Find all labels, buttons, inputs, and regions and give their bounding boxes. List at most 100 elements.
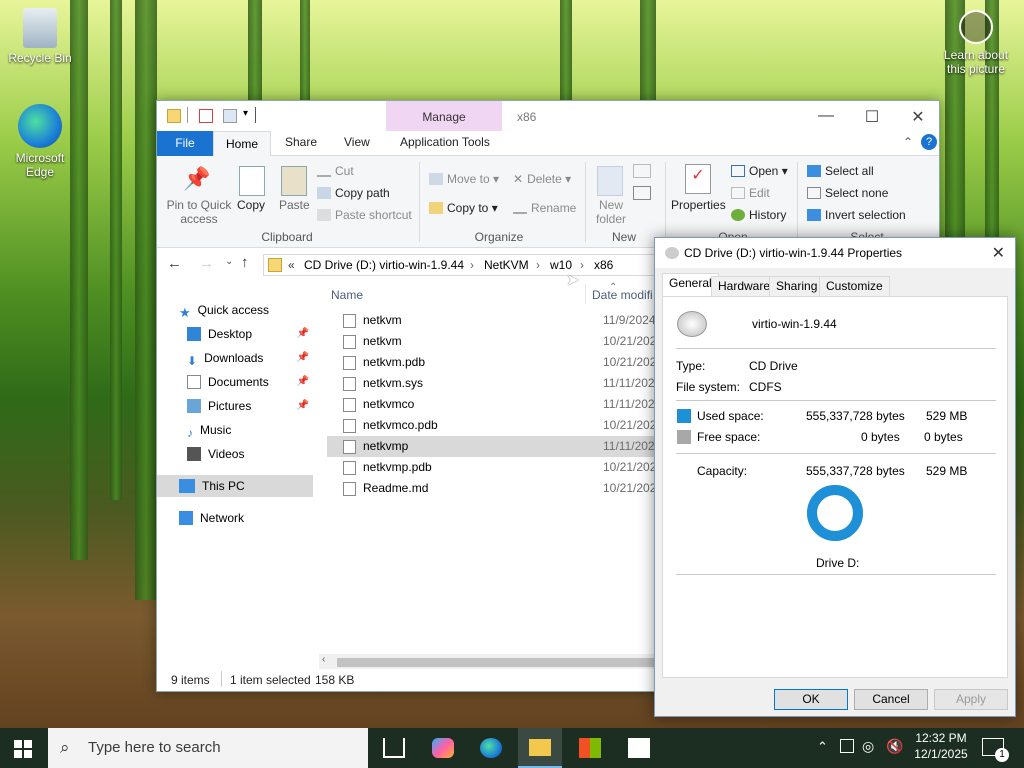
edge-icon[interactable] (480, 738, 502, 758)
mail-icon[interactable] (628, 738, 650, 758)
meet-now-icon[interactable] (840, 739, 854, 753)
network-globe-icon[interactable]: ◎ (862, 738, 874, 755)
copilot-icon[interactable] (432, 738, 454, 758)
forward-arrow-icon[interactable]: → (199, 255, 214, 272)
tab-view[interactable]: View (344, 135, 370, 149)
select-all-label: Select all (825, 164, 874, 178)
volume-muted-icon[interactable]: 🔇 (886, 738, 903, 755)
recent-locations-icon[interactable]: ⌄ (225, 256, 233, 267)
general-panel: virtio-win-1.9.44 Type: CD Drive File sy… (662, 296, 1008, 678)
column-name[interactable]: Name (331, 288, 363, 302)
select-none-button[interactable]: Select none (807, 186, 888, 200)
edit-button[interactable]: Edit (731, 186, 770, 200)
breadcrumb-x86[interactable]: x86 (594, 258, 613, 272)
free-space-label: Free space: (697, 430, 761, 444)
chevron-up-icon[interactable]: ⌃ (817, 739, 828, 755)
free-space-swatch (677, 430, 691, 444)
easy-access-icon[interactable] (633, 186, 651, 200)
open-button[interactable]: Open ▾ (731, 164, 788, 178)
address-bar[interactable]: « CD Drive (D:) virtio-win-1.9.44 › NetK… (263, 254, 663, 276)
file-icon (343, 356, 356, 370)
column-date-modified[interactable]: Date modifi (592, 288, 653, 302)
edit-label: Edit (749, 186, 770, 200)
nav-pictures[interactable]: Pictures 📌 (187, 395, 313, 417)
file-system-value: CDFS (749, 380, 782, 394)
tab-customize[interactable]: Customize (819, 276, 890, 296)
tab-sharing[interactable]: Sharing (769, 276, 825, 296)
nav-quick-access[interactable]: ★ Quick access (179, 299, 313, 321)
history-button[interactable]: History (731, 208, 786, 222)
nav-documents[interactable]: Documents 📌 (187, 371, 313, 393)
new-item-icon[interactable] (633, 164, 651, 178)
help-icon[interactable]: ? (921, 134, 937, 150)
delete-icon: ✕ (513, 172, 524, 186)
ribbon-collapse-icon[interactable]: ⌃ (903, 135, 913, 149)
breadcrumb-cd-drive[interactable]: CD Drive (D:) virtio-win-1.9.44 (304, 258, 464, 272)
clock[interactable]: 12:32 PM 12/1/2025 (913, 731, 969, 761)
paste-shortcut-button[interactable]: Paste shortcut (317, 208, 412, 222)
copy-button[interactable]: Copy (237, 198, 265, 212)
scroll-left-icon[interactable]: ‹ (322, 654, 325, 665)
notification-center-icon[interactable]: 1 (982, 738, 1009, 762)
nav-music[interactable]: ♪ Music (187, 419, 313, 441)
move-to-button[interactable]: Move to ▾ (429, 172, 499, 186)
new-folder-button[interactable]: New folder (591, 198, 631, 226)
copy-path-button[interactable]: Copy path (317, 186, 390, 200)
tab-home[interactable]: Home (213, 131, 271, 157)
learn-about-picture[interactable]: Learn about this picture (934, 10, 1018, 76)
tab-application-tools[interactable]: Application Tools (400, 135, 490, 149)
minimize-button[interactable]: — (803, 107, 849, 125)
selected-size: 158 KB (315, 673, 355, 687)
apply-button[interactable]: Apply (934, 689, 1008, 710)
properties-button[interactable]: Properties (671, 198, 726, 212)
tab-hardware[interactable]: Hardware (711, 276, 778, 296)
desktop-icon-edge[interactable]: Microsoft Edge (0, 104, 80, 179)
cut-label: Cut (335, 164, 354, 178)
nav-network-label: Network (200, 511, 245, 525)
chevron-right-icon: › (536, 258, 540, 272)
maximize-button[interactable]: ☐ (849, 107, 895, 127)
nav-this-pc[interactable]: This PC (157, 475, 313, 497)
qa-dropdown-icon[interactable]: ▾ (243, 108, 248, 119)
nav-downloads[interactable]: ⬇ Downloads 📌 (187, 347, 313, 369)
rename-button[interactable]: Rename (513, 201, 576, 215)
copy-to-button[interactable]: Copy to ▾ (429, 201, 498, 215)
new-folder-qa-icon[interactable] (223, 109, 237, 123)
store-icon[interactable] (579, 738, 601, 758)
nav-desktop[interactable]: Desktop 📌 (187, 323, 313, 345)
ok-button[interactable]: OK (774, 689, 848, 710)
close-icon[interactable]: ✕ (992, 243, 1005, 263)
cut-button[interactable]: Cut (317, 164, 354, 178)
properties-qa-icon[interactable] (199, 109, 213, 123)
close-button[interactable]: ✕ (895, 107, 941, 127)
back-arrow-icon[interactable]: ← (167, 255, 182, 272)
file-icon (343, 482, 356, 496)
tab-share[interactable]: Share (285, 135, 317, 149)
nav-network[interactable]: Network (179, 507, 313, 529)
up-arrow-icon[interactable]: ↑ (241, 254, 249, 271)
start-button[interactable] (14, 740, 32, 758)
task-view-icon[interactable] (383, 738, 405, 758)
new-group-label: New (611, 230, 636, 244)
nav-videos[interactable]: Videos (187, 443, 313, 465)
breadcrumb-netkvm[interactable]: NetKVM (484, 258, 529, 272)
select-none-icon (807, 187, 821, 199)
delete-button[interactable]: ✕ Delete ▾ (513, 172, 571, 186)
search-box[interactable]: ⌕ Type here to search (48, 728, 368, 768)
drive-label-field[interactable]: virtio-win-1.9.44 (749, 313, 909, 335)
paste-shortcut-icon (317, 209, 331, 221)
desktop-icon-recycle-bin[interactable]: Recycle Bin (0, 8, 80, 65)
cancel-button[interactable]: Cancel (854, 689, 928, 710)
taskbar-file-explorer[interactable] (518, 728, 562, 768)
file-icon (343, 377, 356, 391)
invert-selection-button[interactable]: Invert selection (807, 208, 906, 222)
open-icon (731, 165, 745, 177)
tab-file[interactable]: File (157, 131, 213, 156)
free-space-bytes: 0 bytes (861, 430, 900, 444)
select-all-button[interactable]: Select all (807, 164, 874, 178)
pin-to-quick-access-button[interactable]: Pin to Quick access (163, 198, 235, 226)
ribbon-tabs: File Home Share View Application Tools ⌃… (157, 131, 939, 157)
breadcrumb-overflow-icon[interactable]: « (288, 258, 295, 272)
scrollbar-thumb[interactable] (337, 658, 657, 667)
paste-button[interactable]: Paste (279, 198, 310, 212)
